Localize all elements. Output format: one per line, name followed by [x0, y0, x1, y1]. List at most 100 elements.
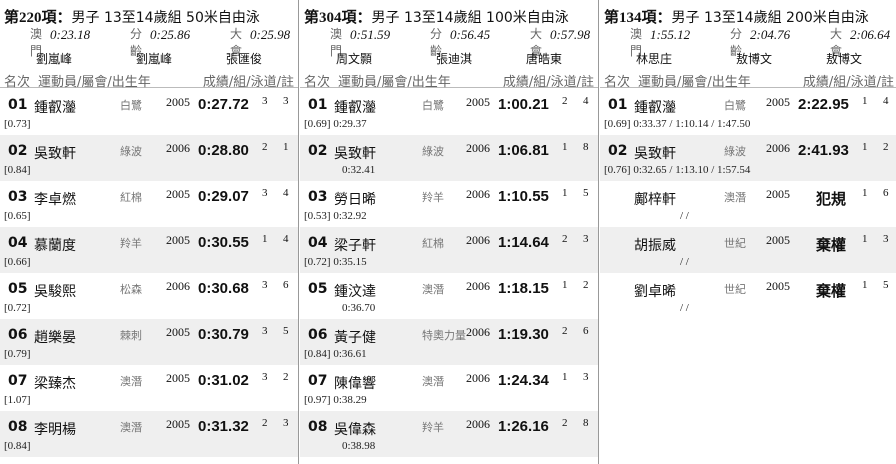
athlete-club: 棘刺	[120, 329, 142, 342]
result-heat: 1	[862, 95, 868, 107]
result-splits: [0.79]	[4, 348, 31, 360]
event-header: 第304項：男子 13至14歲組 100米自由泳 澳門 0:51.59 周文顥 分齡 0:…	[300, 0, 598, 70]
athlete-birth-year: 2005	[166, 325, 190, 339]
result-heat: 3	[262, 187, 268, 199]
event-header: 第134項：男子 13至14歲組 200米自由泳 澳門 1:55.12 林思庄 分齡 2:…	[600, 0, 896, 70]
result-row: 07 梁臻杰 澳潛 2005 0:31.02 3 2 [1.07]	[0, 365, 298, 411]
result-time: 1:06.81	[498, 142, 549, 159]
result-lane: 3	[283, 95, 289, 107]
result-lane: 4	[583, 95, 589, 107]
athlete-name: 鍾叡灐	[34, 100, 76, 116]
result-row: 08 李明楊 澳潛 2005 0:31.32 2 3 [0.84]	[0, 411, 298, 457]
record-time: 0:57.98	[550, 27, 591, 42]
result-splits: [0.69] 0:29.37	[304, 118, 367, 130]
result-splits: [0.84]	[4, 164, 31, 176]
athlete-club: 羚羊	[120, 237, 142, 250]
result-splits: [1.07]	[4, 394, 31, 406]
result-lane: 8	[583, 141, 589, 153]
athlete-club: 世紀	[724, 237, 746, 250]
record-time: 0:56.45	[450, 27, 491, 42]
result-rank: 05	[8, 281, 28, 297]
record-time: 0:51.59	[350, 27, 391, 42]
column-divider	[598, 0, 599, 464]
athlete-name: 鍾汶達	[334, 284, 376, 300]
result-row: 01 鍾叡灐 白鷺 2005 2:22.95 1 4 [0.69] 0:33.37 / 1:1…	[600, 89, 896, 135]
result-rank: 08	[308, 419, 328, 435]
result-row: 01 鍾叡灐 白鷺 2005 0:27.72 3 3 [0.73]	[0, 89, 298, 135]
result-splits: [0.72]	[4, 302, 31, 314]
athlete-club: 澳潛	[724, 191, 746, 204]
result-time: 1:00.21	[498, 96, 549, 113]
result-row: 08 吳偉森 羚羊 2006 1:26.16 2 8 0:38.98	[300, 411, 598, 457]
record-time: 1:55.12	[650, 27, 691, 42]
header-result: 成績/組/泳道/註	[502, 75, 594, 90]
result-time: 1:18.15	[498, 280, 549, 297]
result-row: 06 趙樂晏 棘刺 2005 0:30.79 3 5 [0.79]	[0, 319, 298, 365]
athlete-name: 鍾叡灐	[334, 100, 376, 116]
record-time: 0:23.18	[50, 27, 91, 42]
result-splits: / /	[680, 210, 689, 222]
header-result: 成績/組/泳道/註	[202, 75, 294, 90]
result-time: 棄權	[816, 237, 847, 254]
result-heat: 2	[562, 417, 568, 429]
record-holder: 劉嵐峰	[36, 52, 73, 66]
result-time: 1:19.30	[498, 326, 549, 343]
result-lane: 6	[883, 187, 889, 199]
athlete-birth-year: 2006	[466, 187, 490, 201]
athlete-club: 澳潛	[120, 421, 142, 434]
result-row: 04 慕蘭度 羚羊 2005 0:30.55 1 4 [0.66]	[0, 227, 298, 273]
result-time: 0:30.55	[198, 234, 249, 251]
result-lane: 4	[883, 95, 889, 107]
athlete-birth-year: 2005	[166, 233, 190, 247]
athlete-birth-year: 2006	[466, 325, 490, 339]
header-athlete: 運動員/屬會/出生年	[638, 75, 751, 90]
athlete-club: 澳潛	[422, 375, 444, 388]
result-splits: [0.84] 0:36.61	[304, 348, 367, 360]
result-rank: 03	[308, 189, 328, 205]
result-lane: 3	[883, 233, 889, 245]
result-heat: 1	[862, 233, 868, 245]
athlete-club: 綠波	[120, 145, 142, 158]
result-row: 07 陳偉響 澳潛 2006 1:24.34 1 3 [0.97] 0:38.29	[300, 365, 598, 411]
result-row: 02 吳致軒 綠波 2006 2:41.93 1 2 [0.76] 0:32.65 / 1:1…	[600, 135, 896, 181]
result-splits: [0.72] 0:35.15	[304, 256, 367, 268]
athlete-name: 鍾叡灐	[634, 100, 676, 116]
athlete-name: 吳致軒	[334, 146, 376, 162]
header-rank: 名次	[304, 75, 331, 90]
athlete-club: 白鷺	[422, 99, 444, 112]
result-rank: 06	[8, 327, 28, 343]
athlete-birth-year: 2005	[166, 371, 190, 385]
result-splits: 0:32.41	[342, 164, 376, 176]
result-time: 棄權	[816, 283, 847, 300]
athlete-club: 松森	[120, 283, 142, 296]
result-splits: [0.69] 0:33.37 / 1:10.14 / 1:47.50	[604, 118, 751, 130]
result-rank: 02	[8, 143, 28, 159]
result-heat: 2	[562, 233, 568, 245]
result-splits: [0.53] 0:32.92	[304, 210, 367, 222]
athlete-club: 綠波	[422, 145, 444, 158]
event-description: 男子 13至14歲組 100米自由泳	[371, 10, 569, 26]
athlete-birth-year: 2006	[466, 141, 490, 155]
result-heat: 1	[562, 371, 568, 383]
event-column: 第220項：男子 13至14歲組 50米自由泳 澳門 0:23.18 劉嵐峰 分齡 0:2…	[0, 0, 298, 464]
result-rank: 07	[8, 373, 28, 389]
result-splits: / /	[680, 256, 689, 268]
athlete-club: 羚羊	[422, 421, 444, 434]
result-heat: 3	[262, 279, 268, 291]
event-column: 第304項：男子 13至14歲組 100米自由泳 澳門 0:51.59 周文顥 分齡 0:…	[300, 0, 598, 464]
result-rank: 02	[608, 143, 628, 159]
result-time: 0:30.79	[198, 326, 249, 343]
athlete-name: 梁子軒	[334, 238, 376, 254]
result-lane: 2	[883, 141, 889, 153]
result-lane: 4	[283, 187, 289, 199]
result-heat: 1	[562, 141, 568, 153]
result-heat: 1	[562, 279, 568, 291]
result-heat: 2	[262, 417, 268, 429]
result-time: 0:30.68	[198, 280, 249, 297]
athlete-birth-year: 2005	[766, 279, 790, 293]
result-lane: 5	[883, 279, 889, 291]
athlete-name: 梁臻杰	[34, 376, 76, 392]
athlete-club: 白鷺	[724, 99, 746, 112]
result-row: 03 李卓燃 紅棉 2005 0:29.07 3 4 [0.65]	[0, 181, 298, 227]
result-time: 1:26.16	[498, 418, 549, 435]
